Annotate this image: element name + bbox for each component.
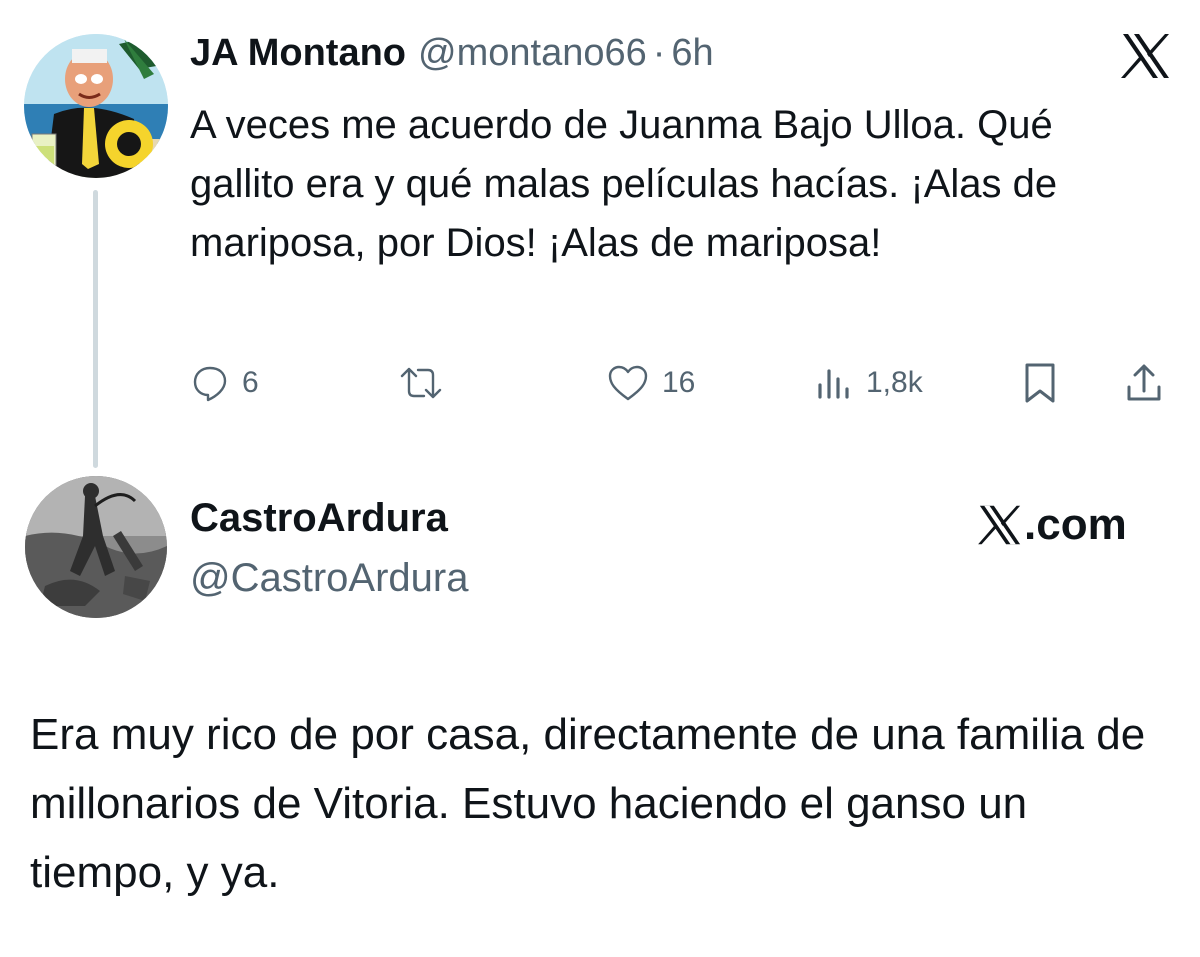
timestamp[interactable]: 6h [671,32,713,75]
quoted-handle[interactable]: @CastroArdura [190,556,468,601]
reply-icon [193,366,227,402]
avatar-castroardura[interactable] [25,476,167,618]
x-logo-icon [978,505,1021,545]
views-count: 1,8k [866,366,923,399]
like-icon [608,365,648,401]
reply-button[interactable]: 6 [190,358,259,408]
views-icon [818,369,849,399]
quoted-display-name[interactable]: CastroArdura [190,496,448,541]
like-count: 16 [662,366,696,399]
retweet-button[interactable] [398,358,456,408]
x-logo-icon[interactable] [1121,32,1171,80]
separator-dot: · [652,32,666,74]
bookmark-icon [1025,363,1055,403]
x-com-text: .com [1024,500,1127,549]
x-com-label: .com [978,500,1127,550]
tweet-text: A veces me acuerdo de Juanma Bajo Ulloa.… [190,103,1058,265]
display-name[interactable]: JA Montano [190,32,406,75]
share-button[interactable] [1124,358,1164,408]
handle[interactable]: @montano66 [418,32,647,75]
tweet-header: JA Montano @montano66 · 6h [190,32,714,88]
retweet-icon [400,367,442,399]
tweet-actions: 6 16 1,8k [0,358,1200,418]
avatar-montano[interactable] [24,34,168,178]
bookmark-button[interactable] [1020,358,1060,408]
share-icon [1127,364,1161,401]
thread-line [93,190,98,468]
views-button[interactable]: 1,8k [814,358,923,408]
quoted-text: Era muy rico de por casa, directamente d… [30,710,1146,897]
like-button[interactable]: 16 [606,358,695,408]
reply-count: 6 [242,366,259,399]
